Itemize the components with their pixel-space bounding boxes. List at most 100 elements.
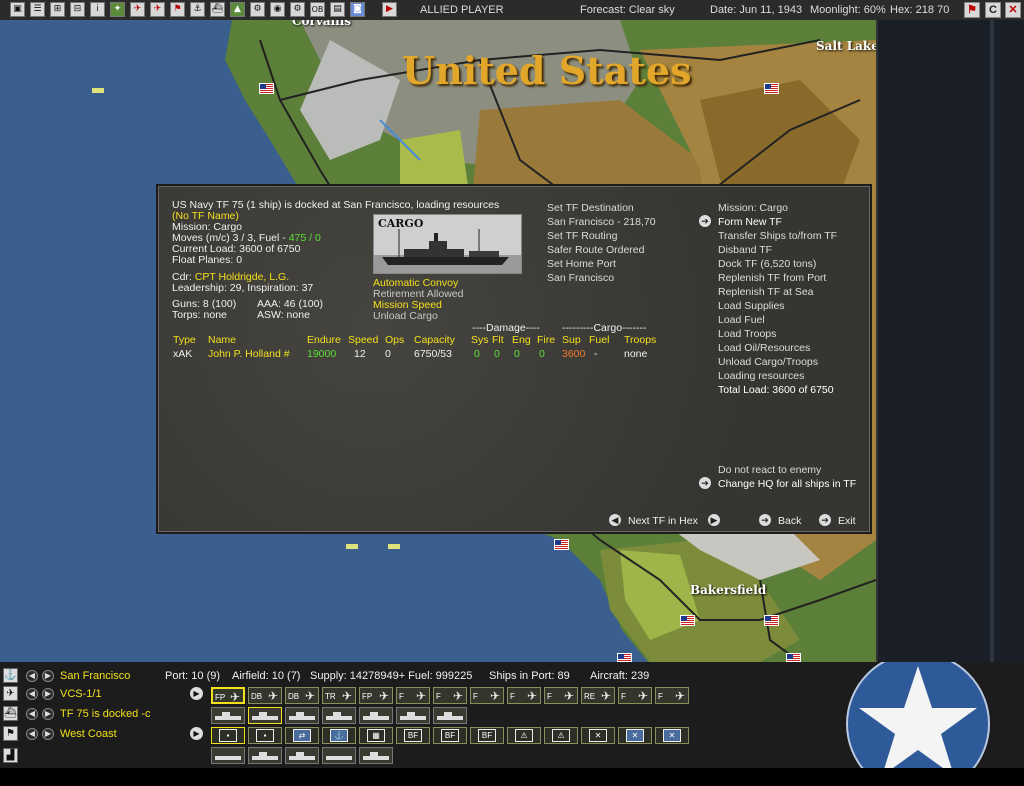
next-tf-arrow-icon[interactable]: ▶ (42, 708, 54, 720)
anchor-icon[interactable]: ⚓ (3, 668, 18, 683)
main-menu-icon[interactable]: ▣ (10, 2, 25, 17)
air-group-slot[interactable]: F ✈ (396, 687, 430, 704)
command-slot[interactable]: BF (470, 727, 504, 744)
air-group-slot[interactable]: F ✈ (507, 687, 541, 704)
prev-tf-arrow-icon[interactable]: ◀ (609, 514, 621, 526)
list-icon[interactable]: ⊞ (50, 2, 65, 17)
target-icon[interactable]: ⚙ (290, 2, 305, 17)
base-name[interactable]: San Francisco (60, 670, 130, 682)
ship-slot[interactable] (285, 707, 319, 724)
change-hq-button[interactable]: Change HQ for all ships in TF (718, 478, 856, 490)
ob-icon[interactable]: OB (310, 2, 325, 17)
unit-slot[interactable] (359, 747, 393, 764)
us-base-flag-icon[interactable] (786, 653, 801, 662)
col-capacity[interactable]: Capacity (414, 334, 455, 346)
action-disband-tf[interactable]: Disband TF (718, 244, 772, 256)
air-group-slot[interactable]: RE ✈ (581, 687, 615, 704)
task-force-marker-icon[interactable] (92, 88, 104, 93)
anchor-icon[interactable]: ⚓ (190, 2, 205, 17)
air-group-slot[interactable]: F ✈ (655, 687, 689, 704)
command-slot[interactable]: ▪ (211, 727, 245, 744)
task-force-icon[interactable]: ⛴ (3, 706, 18, 721)
air-group-slot[interactable]: DB ✈ (248, 687, 282, 704)
next-tf-in-hex-button[interactable]: Next TF in Hex (628, 515, 698, 527)
command-slot[interactable]: ✕ (655, 727, 689, 744)
end-turn-button[interactable]: ▶ (382, 2, 397, 17)
col-fire[interactable]: Fire (537, 334, 555, 346)
action-mission[interactable]: Mission: Cargo (718, 202, 788, 214)
ship-slot[interactable] (433, 707, 467, 724)
settings-icon[interactable]: ⚙ (250, 2, 265, 17)
action-load-supplies[interactable]: Load Supplies (718, 300, 785, 312)
reports-icon[interactable]: ☰ (30, 2, 45, 17)
set-tf-destination-link[interactable]: Set TF Destination (547, 202, 634, 214)
flag-icon[interactable]: ⚑ (170, 2, 185, 17)
action-load-fuel[interactable]: Load Fuel (718, 314, 765, 326)
city-label-bakersfield[interactable]: Bakersfield (690, 583, 766, 597)
info-icon[interactable]: i (90, 2, 105, 17)
col-eng[interactable]: Eng (512, 334, 531, 346)
air-group-slot[interactable]: FP ✈ (359, 687, 393, 704)
exit-button[interactable]: Exit (838, 515, 856, 527)
next-hq-arrow-icon[interactable]: ▶ (42, 728, 54, 740)
action-unload-cargo[interactable]: Unload Cargo/Troops (718, 356, 818, 368)
command-slot[interactable]: BF (396, 727, 430, 744)
air-unit-icon[interactable]: ✈ (130, 2, 145, 17)
command-slot[interactable]: ⚓ (322, 727, 356, 744)
expand-hq-icon[interactable]: ▶ (190, 727, 203, 740)
group-list-icon[interactable]: ⊟ (70, 2, 85, 17)
react-toggle[interactable]: Do not react to enemy (718, 464, 821, 476)
air-group-slot[interactable]: FP ✈ (211, 687, 245, 704)
prev-tf-arrow-icon[interactable]: ◀ (26, 708, 38, 720)
us-base-flag-icon[interactable] (259, 83, 274, 94)
air-group-slot[interactable]: F ✈ (618, 687, 652, 704)
col-sys[interactable]: Sys (471, 334, 489, 346)
unit-slot[interactable] (322, 747, 356, 764)
map-icon[interactable]: ◙ (350, 2, 365, 17)
set-home-port-link[interactable]: Set Home Port (547, 258, 616, 270)
prev-air-unit-arrow-icon[interactable]: ◀ (26, 688, 38, 700)
ship-slot[interactable] (322, 707, 356, 724)
cell-name[interactable]: John P. Holland # (208, 348, 290, 360)
us-base-flag-icon[interactable] (554, 539, 569, 550)
expand-air-icon[interactable]: ▶ (190, 687, 203, 700)
col-ops[interactable]: Ops (385, 334, 404, 346)
safer-route-toggle[interactable]: Safer Route Ordered (547, 244, 644, 256)
ship-slot[interactable] (396, 707, 430, 724)
us-base-flag-icon[interactable] (764, 83, 779, 94)
air-group-icon[interactable]: ✈ (150, 2, 165, 17)
action-dock-tf[interactable]: Dock TF (6,520 tons) (718, 258, 816, 270)
command-slot[interactable]: ⚠ (544, 727, 578, 744)
ship-slot[interactable] (248, 707, 282, 724)
air-group-slot[interactable]: TR ✈ (322, 687, 356, 704)
air-unit-name[interactable]: VCS-1/1 (60, 688, 102, 700)
next-air-unit-arrow-icon[interactable]: ▶ (42, 688, 54, 700)
command-slot[interactable]: ▦ (359, 727, 393, 744)
tf-destination-value[interactable]: San Francisco - 218,70 (547, 216, 656, 228)
col-type[interactable]: Type (173, 334, 196, 346)
hq-flag-icon[interactable]: ⚑ (3, 726, 18, 741)
command-slot[interactable]: BF (433, 727, 467, 744)
unit-slot[interactable] (248, 747, 282, 764)
ally-flag-icon[interactable]: ⚑ (964, 2, 980, 18)
tf-status[interactable]: TF 75 is docked -c (60, 708, 150, 720)
air-group-slot[interactable]: DB ✈ (285, 687, 319, 704)
database-icon[interactable]: ▤ (330, 2, 345, 17)
air-group-slot[interactable]: F ✈ (544, 687, 578, 704)
land-unit-icon[interactable]: ▟ (3, 748, 18, 763)
next-base-arrow-icon[interactable]: ▶ (42, 670, 54, 682)
task-force-marker-icon[interactable] (346, 544, 358, 549)
combat-report-icon[interactable]: C (985, 2, 1001, 18)
home-port-value[interactable]: San Francisco (547, 272, 614, 284)
back-arrow-icon[interactable]: ➔ (759, 514, 771, 526)
col-fuel[interactable]: Fuel (589, 334, 609, 346)
terrain-icon[interactable]: ▲ (230, 2, 245, 17)
city-label-corvallis[interactable]: Corvallis (292, 20, 351, 28)
col-endure[interactable]: Endure (307, 334, 341, 346)
order-unload-cargo[interactable]: Unload Cargo (373, 310, 438, 322)
prev-hq-arrow-icon[interactable]: ◀ (26, 728, 38, 740)
prev-base-arrow-icon[interactable]: ◀ (26, 670, 38, 682)
col-name[interactable]: Name (208, 334, 236, 346)
ship-slot[interactable] (359, 707, 393, 724)
task-force-marker-icon[interactable] (388, 544, 400, 549)
